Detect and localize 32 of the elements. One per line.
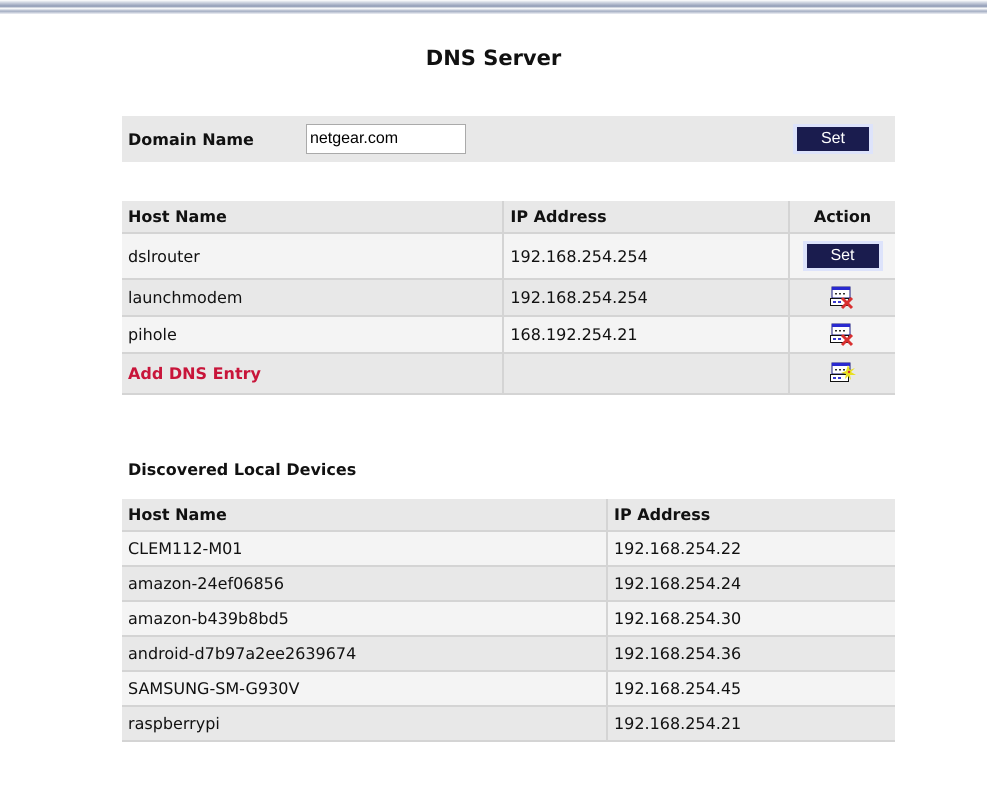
table-cell: launchmodem: [122, 280, 504, 317]
add-entry-link[interactable]: Add DNS Entry: [128, 364, 261, 383]
table-cell: 192.168.254.254: [504, 280, 790, 317]
table-cell: 192.168.254.22: [608, 532, 895, 567]
page-title: DNS Server: [424, 46, 562, 72]
table-cell: 168.192.254.21: [504, 317, 790, 354]
table-cell: amazon-b439b8bd5: [122, 602, 608, 637]
column-header: Host Name: [122, 499, 608, 532]
column-header: Action: [790, 201, 895, 234]
table-cell: raspberrypi: [122, 707, 608, 742]
delete-server-icon[interactable]: [830, 322, 856, 346]
table-cell: android-d7b97a2ee2639674: [122, 637, 608, 672]
column-header: IP Address: [608, 499, 895, 532]
table-cell: dslrouter: [122, 234, 504, 280]
table-cell: SAMSUNG-SM-G930V: [122, 672, 608, 707]
table-cell: 192.168.254.21: [608, 707, 895, 742]
table-cell: pihole: [122, 317, 504, 354]
table-cell: 192.168.254.254: [504, 234, 790, 280]
section-heading: Discovered Local Devices: [127, 460, 358, 480]
table-cell: 192.168.254.24: [608, 567, 895, 602]
domain-label: Domain Name: [128, 130, 255, 148]
table-cell: amazon-24ef06856: [122, 567, 608, 602]
table-cell: CLEM112-M01: [122, 532, 608, 567]
table-cell: 192.168.254.36: [608, 637, 895, 672]
set-button[interactable]: Set: [797, 127, 869, 151]
table-cell: 192.168.254.30: [608, 602, 895, 637]
delete-server-icon[interactable]: [830, 286, 856, 310]
column-header: IP Address: [504, 201, 790, 234]
domain-field[interactable]: netgear.com: [306, 124, 466, 154]
table-cell: 192.168.254.45: [608, 672, 895, 707]
set-button[interactable]: Set: [806, 244, 878, 268]
column-header: Host Name: [122, 201, 504, 234]
